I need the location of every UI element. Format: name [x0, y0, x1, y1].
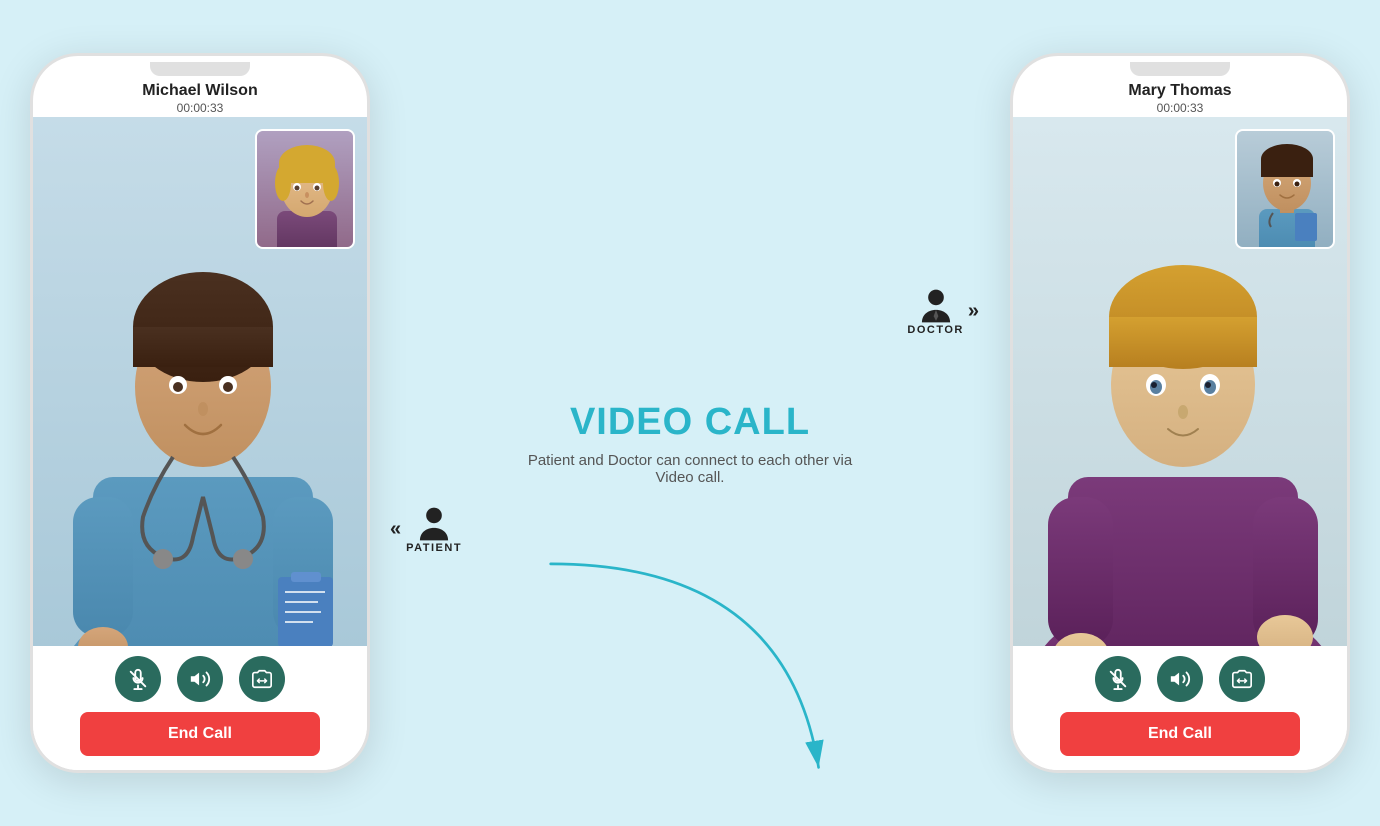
right-phone: Mary Thomas 00:00:33	[1010, 53, 1350, 773]
right-end-call-button[interactable]: End Call	[1060, 712, 1300, 756]
left-mute-button[interactable]	[115, 656, 161, 702]
right-call-timer: 00:00:33	[1013, 101, 1347, 115]
right-microphone-slash-icon	[1107, 668, 1129, 690]
doctor-text: DOCTOR	[907, 324, 963, 336]
right-control-buttons	[1095, 656, 1265, 702]
right-mute-button[interactable]	[1095, 656, 1141, 702]
left-call-timer: 00:00:33	[33, 101, 367, 115]
left-thumbnail	[255, 129, 355, 249]
right-caller-name: Mary Thomas	[1013, 82, 1347, 100]
camera-flip-icon	[251, 668, 273, 690]
volume-icon	[189, 668, 211, 690]
chevron-right-icon: »	[968, 300, 980, 323]
phone-notch-right	[1130, 62, 1230, 76]
left-control-buttons	[115, 656, 285, 702]
doctor-role-label: DOCTOR	[907, 288, 963, 336]
microphone-slash-icon	[127, 668, 149, 690]
left-phone-header: Michael Wilson 00:00:33	[33, 76, 367, 117]
connection-arrow	[370, 521, 1010, 821]
left-end-call-button[interactable]: End Call	[80, 712, 320, 756]
doctor-person-icon	[918, 288, 954, 324]
right-flip-camera-button[interactable]	[1219, 656, 1265, 702]
left-phone: Michael Wilson 00:00:33	[30, 53, 370, 773]
left-flip-camera-button[interactable]	[239, 656, 285, 702]
right-camera-flip-icon	[1231, 668, 1253, 690]
left-speaker-button[interactable]	[177, 656, 223, 702]
right-thumbnail	[1235, 129, 1335, 249]
middle-content: VIDEO CALL Patient and Doctor can connec…	[370, 341, 1010, 486]
right-thumbnail-image	[1237, 131, 1335, 249]
left-caller-name: Michael Wilson	[33, 82, 367, 100]
right-volume-icon	[1169, 668, 1191, 690]
phone-notch-left	[150, 62, 250, 76]
right-phone-controls: End Call	[1013, 646, 1347, 770]
section-title: VIDEO CALL	[570, 401, 810, 444]
left-video-area	[33, 117, 367, 646]
right-phone-header: Mary Thomas 00:00:33	[1013, 76, 1347, 117]
right-speaker-button[interactable]	[1157, 656, 1203, 702]
page-container: Michael Wilson 00:00:33	[0, 0, 1380, 826]
section-description: Patient and Doctor can connect to each o…	[520, 452, 860, 486]
doctor-label-group: DOCTOR »	[907, 288, 980, 336]
left-phone-controls: End Call	[33, 646, 367, 770]
left-thumbnail-image	[257, 131, 355, 249]
right-video-area	[1013, 117, 1347, 646]
